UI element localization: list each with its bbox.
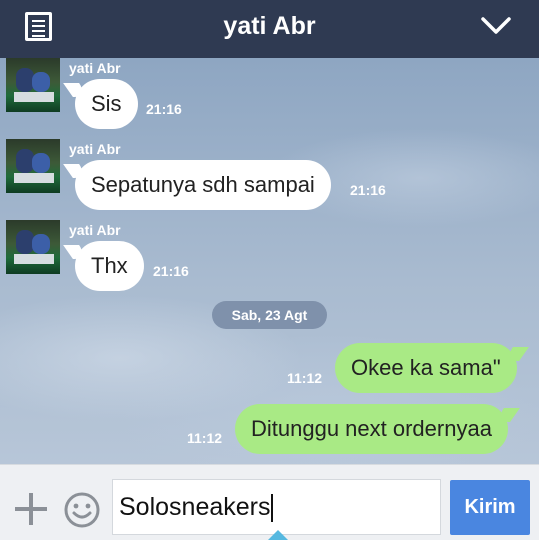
message-bubble[interactable]: Okee ka sama" xyxy=(335,343,517,393)
message-bubble[interactable]: Sis xyxy=(75,79,138,129)
message-time: 21:16 xyxy=(146,101,182,117)
message-input[interactable]: Solosneakers xyxy=(112,479,441,535)
smiley-icon[interactable] xyxy=(63,491,101,529)
message-input-value: Solosneakers xyxy=(119,493,271,521)
sender-name: yati Abr xyxy=(69,60,121,76)
avatar[interactable] xyxy=(6,220,60,274)
avatar[interactable] xyxy=(6,139,60,193)
cursor-handle-icon[interactable] xyxy=(267,530,289,540)
date-separator: Sab, 23 Agt xyxy=(212,301,327,329)
message-time: 21:16 xyxy=(350,182,386,198)
message-time: 21:16 xyxy=(153,263,189,279)
chat-header: yati Abr xyxy=(0,0,539,58)
message-time: 11:12 xyxy=(287,370,323,386)
message-bubble[interactable]: Thx xyxy=(75,241,144,291)
avatar[interactable] xyxy=(6,58,60,112)
message-composer: Solosneakers Kirim xyxy=(0,464,539,540)
message-bubble[interactable]: Sepatunya sdh sampai xyxy=(75,160,331,210)
text-cursor xyxy=(271,494,274,523)
chevron-down-icon[interactable] xyxy=(480,14,512,38)
sender-name: yati Abr xyxy=(69,222,121,238)
chat-area[interactable]: yati Abr Sis 21:16 yati Abr Sepatunya sd… xyxy=(0,58,539,464)
message-time: 11:12 xyxy=(187,430,223,446)
message-bubble[interactable]: Ditunggu next ordernyaa xyxy=(235,404,508,454)
sender-name: yati Abr xyxy=(69,141,121,157)
chat-title: yati Abr xyxy=(223,12,316,40)
plus-icon[interactable] xyxy=(15,493,47,525)
send-button[interactable]: Kirim xyxy=(450,480,530,535)
